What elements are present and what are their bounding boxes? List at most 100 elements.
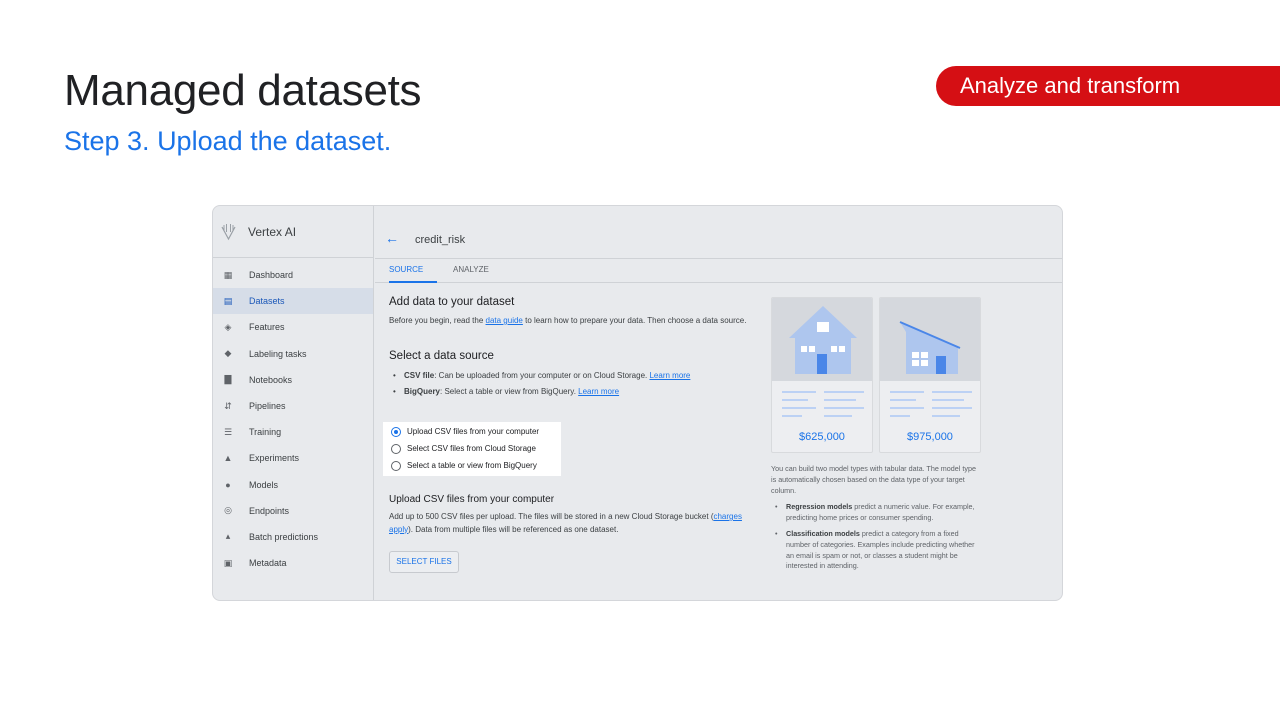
house-icon: [899, 321, 961, 374]
select-source-heading: Select a data source: [389, 349, 494, 362]
sidebar-item-dashboard[interactable]: ▦ Dashboard: [213, 262, 373, 288]
sidebar: Vertex AI ▦ Dashboard ▤ Datasets ◈ Features…: [213, 206, 374, 600]
text-lines-graphic: [890, 391, 972, 417]
learn-more-link[interactable]: Learn more: [649, 371, 690, 380]
sidebar-item-training[interactable]: ☰ Training: [213, 419, 373, 445]
source-text: : Select a table or view from BigQuery.: [440, 386, 579, 396]
arrow-back-icon[interactable]: ←: [385, 231, 399, 245]
intro-text-post: to learn how to prepare your data. Then …: [522, 316, 747, 325]
source-name: BigQuery: [404, 386, 441, 396]
sidebar-item-label: Endpoints: [249, 505, 290, 516]
sidebar-item-label: Labeling tasks: [249, 348, 307, 359]
radio-button[interactable]: [391, 426, 401, 437]
upload-text-post: ). Data from multiple files will be refe…: [408, 524, 619, 534]
upload-text-pre: Add up to 500 CSV files per upload. The …: [389, 512, 714, 521]
select-files-button[interactable]: SELECT FILES: [389, 551, 459, 573]
learn-more-link[interactable]: Learn more: [578, 387, 619, 396]
source-list: CSV file: Can be uploaded from your comp…: [389, 368, 749, 400]
tab-analyze[interactable]: ANALYZE: [453, 265, 489, 274]
sidebar-nav: ▦ Dashboard ▤ Datasets ◈ Features ◆ Labeling…: [213, 258, 373, 576]
source-radio-group: Upload CSV files from your computer Sele…: [383, 422, 561, 476]
sidebar-item-label: Metadata: [249, 558, 287, 569]
house-card-1: $625,000: [771, 297, 873, 453]
datasets-icon: ▤: [223, 295, 233, 306]
sidebar-item-batch-predictions[interactable]: ▴ Batch predictions: [213, 524, 373, 550]
app-name: Vertex AI: [248, 224, 297, 239]
source-text: : Can be uploaded from your computer or …: [434, 370, 650, 380]
tab-source[interactable]: SOURCE: [389, 265, 423, 274]
house-card-2: $975,000: [879, 297, 981, 453]
sidebar-item-datasets[interactable]: ▤ Datasets: [213, 288, 373, 315]
label-icon: ◆: [224, 348, 232, 359]
sidebar-item-label: Notebooks: [249, 374, 293, 385]
source-name: CSV file: [404, 370, 435, 380]
house-image: [880, 298, 980, 381]
model-type-term: Regression models: [786, 502, 853, 512]
text-lines-graphic: [782, 391, 864, 417]
dashboard-icon: ▦: [223, 269, 233, 280]
intro-text: Before you begin, read the data guide to…: [389, 315, 749, 328]
lightbulb-icon: ●: [225, 479, 231, 490]
model-type-item: Classification models predict a category…: [771, 529, 983, 572]
radio-button[interactable]: [391, 443, 401, 454]
model-type-item: Regression models predict a numeric valu…: [771, 502, 983, 524]
intro-text-pre: Before you begin, read the: [389, 316, 486, 325]
sidebar-item-endpoints[interactable]: ◎ Endpoints: [213, 498, 373, 524]
source-item-csv: CSV file: Can be uploaded from your comp…: [389, 368, 749, 384]
brand[interactable]: Vertex AI: [213, 206, 373, 258]
dataset-name: credit_risk: [415, 234, 466, 246]
sidebar-item-labeling-tasks[interactable]: ◆ Labeling tasks: [213, 341, 373, 367]
house-icon: [789, 306, 857, 374]
sidebar-item-metadata[interactable]: ▣ Metadata: [213, 550, 373, 576]
radio-button[interactable]: [391, 460, 401, 471]
house-image: [772, 298, 872, 381]
console-screenshot: Vertex AI ▦ Dashboard ▤ Datasets ◈ Features…: [212, 205, 1063, 601]
upload-heading: Upload CSV files from your computer: [389, 494, 555, 505]
model-type-term: Classification models: [786, 528, 860, 538]
section-badge: Analyze and transform: [936, 66, 1280, 106]
sidebar-item-label: Models: [249, 479, 279, 490]
sidebar-item-label: Experiments: [249, 453, 300, 464]
add-data-heading: Add data to your dataset: [389, 296, 515, 308]
sidebar-item-label: Datasets: [249, 296, 285, 307]
sidebar-item-label: Batch predictions: [249, 531, 319, 542]
features-icon: ◈: [224, 321, 232, 332]
sidebar-item-experiments[interactable]: ▲ Experiments: [213, 445, 373, 471]
upload-section: Upload CSV files from your computer Add …: [389, 494, 749, 536]
page-header: ← credit_risk: [375, 206, 1062, 258]
sidebar-item-pipelines[interactable]: ⇵ Pipelines: [213, 393, 373, 419]
bell-icon: ▴: [225, 531, 231, 542]
data-guide-link[interactable]: data guide: [486, 316, 523, 325]
model-type-list: Regression models predict a numeric valu…: [771, 502, 983, 572]
radio-bigquery[interactable]: Select a table or view from BigQuery: [383, 457, 561, 474]
source-item-bigquery: BigQuery: Select a table or view from Bi…: [389, 384, 749, 400]
radio-upload-csv[interactable]: Upload CSV files from your computer: [383, 423, 561, 440]
slide-title: Managed datasets: [64, 66, 422, 115]
sidebar-item-label: Features: [249, 322, 285, 333]
sidebar-item-models[interactable]: ● Models: [213, 472, 373, 498]
endpoints-icon: ◎: [224, 505, 232, 516]
slide-subtitle: Step 3. Upload the dataset.: [64, 126, 392, 156]
vertex-ai-logo-icon: [221, 223, 236, 240]
flask-icon: ▲: [223, 453, 233, 464]
pipelines-icon: ⇵: [224, 400, 232, 411]
notebook-icon: ▇: [224, 374, 232, 385]
radio-label: Upload CSV files from your computer: [407, 427, 540, 436]
main-content: Add data to your dataset Before you begi…: [389, 296, 749, 400]
house-price: $625,000: [799, 431, 845, 443]
sidebar-item-notebooks[interactable]: ▇ Notebooks: [213, 367, 373, 393]
metadata-icon: ▣: [223, 557, 233, 568]
training-icon: ☰: [223, 426, 233, 437]
radio-label: Select CSV files from Cloud Storage: [407, 444, 536, 453]
upload-text: Add up to 500 CSV files per upload. The …: [389, 511, 749, 536]
tab-bar: SOURCE ANALYZE: [375, 258, 1062, 283]
info-intro: You can build two model types with tabul…: [771, 464, 976, 495]
active-tab-indicator: [389, 281, 437, 283]
sidebar-item-features[interactable]: ◈ Features: [213, 314, 373, 340]
house-price: $975,000: [907, 431, 953, 443]
radio-cloud-storage[interactable]: Select CSV files from Cloud Storage: [383, 440, 561, 457]
sidebar-item-label: Pipelines: [249, 401, 286, 412]
sidebar-item-label: Training: [249, 427, 282, 438]
sidebar-item-label: Dashboard: [249, 270, 294, 281]
radio-label: Select a table or view from BigQuery: [407, 461, 537, 470]
